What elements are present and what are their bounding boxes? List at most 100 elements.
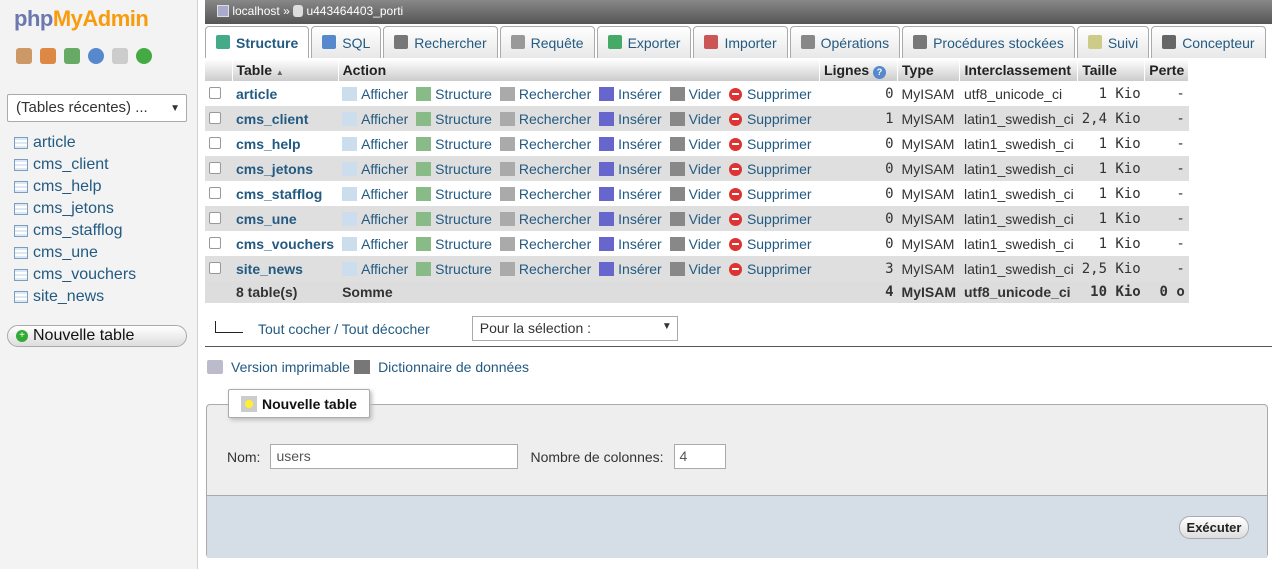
action-structure[interactable]: Structure <box>416 136 496 152</box>
row-checkbox[interactable] <box>209 161 221 174</box>
action-structure[interactable]: Structure <box>416 86 496 102</box>
tree-item-table[interactable]: cms_jetons <box>14 198 136 220</box>
action-afficher[interactable]: Afficher <box>342 136 412 152</box>
action-afficher[interactable]: Afficher <box>342 111 412 127</box>
action-structure[interactable]: Structure <box>416 236 496 252</box>
action-inserer[interactable]: Insérer <box>599 186 666 202</box>
columns-count-input[interactable]: 4 <box>673 444 726 469</box>
home-icon[interactable] <box>16 48 32 64</box>
row-checkbox[interactable] <box>209 261 221 274</box>
row-checkbox[interactable] <box>209 111 221 124</box>
collation-column-header[interactable]: Interclassement <box>959 59 1079 81</box>
copy-icon[interactable] <box>112 48 128 64</box>
tab-opérations[interactable]: Opérations <box>789 26 901 58</box>
action-rechercher[interactable]: Rechercher <box>499 186 595 202</box>
query-icon[interactable] <box>64 48 80 64</box>
action-vider[interactable]: Vider <box>669 136 725 152</box>
action-vider[interactable]: Vider <box>669 236 725 252</box>
action-afficher[interactable]: Afficher <box>342 86 412 102</box>
table-name-link[interactable]: cms_stafflog <box>232 181 339 206</box>
row-checkbox[interactable] <box>209 186 221 199</box>
table-name-link[interactable]: cms_une <box>232 206 339 231</box>
row-size[interactable]: 1 Kio <box>1077 156 1145 181</box>
phpmyadmin-logo[interactable]: phpMyAdmin <box>14 6 149 32</box>
with-selected-select[interactable]: Pour la sélection : ▼ <box>471 316 678 341</box>
action-inserer[interactable]: Insérer <box>599 261 666 277</box>
row-checkbox[interactable] <box>209 136 221 149</box>
table-name-input[interactable]: users <box>270 444 519 469</box>
table-name-link[interactable]: cms_client <box>232 106 339 131</box>
action-supprimer[interactable]: Supprimer <box>728 161 816 177</box>
row-size[interactable]: 1 Kio <box>1077 181 1145 206</box>
action-structure[interactable]: Structure <box>416 211 496 227</box>
tree-item-table[interactable]: cms_help <box>14 176 136 198</box>
table-name-link[interactable]: article <box>232 81 339 106</box>
tree-item-table[interactable]: cms_vouchers <box>14 264 136 286</box>
row-checkbox[interactable] <box>209 211 221 224</box>
action-afficher[interactable]: Afficher <box>342 236 412 252</box>
breadcrumb-database[interactable]: u443464403_porti <box>306 4 403 18</box>
action-structure[interactable]: Structure <box>416 186 496 202</box>
tab-procédures-stockées[interactable]: Procédures stockées <box>902 26 1075 58</box>
action-rechercher[interactable]: Rechercher <box>499 136 595 152</box>
tree-item-table[interactable]: cms_une <box>14 242 136 264</box>
action-afficher[interactable]: Afficher <box>342 261 412 277</box>
docs-icon[interactable] <box>88 48 104 64</box>
action-supprimer[interactable]: Supprimer <box>728 211 816 227</box>
action-afficher[interactable]: Afficher <box>342 186 412 202</box>
action-rechercher[interactable]: Rechercher <box>499 236 595 252</box>
action-inserer[interactable]: Insérer <box>599 236 666 252</box>
action-afficher[interactable]: Afficher <box>342 161 412 177</box>
row-size[interactable]: 1 Kio <box>1077 81 1145 106</box>
execute-button[interactable]: Exécuter <box>1179 516 1249 539</box>
tab-importer[interactable]: Importer <box>693 26 788 58</box>
tab-suivi[interactable]: Suivi <box>1076 26 1150 58</box>
action-vider[interactable]: Vider <box>669 161 725 177</box>
action-supprimer[interactable]: Supprimer <box>728 136 816 152</box>
action-vider[interactable]: Vider <box>669 186 725 202</box>
action-inserer[interactable]: Insérer <box>599 86 666 102</box>
action-vider[interactable]: Vider <box>669 86 725 102</box>
table-name-link[interactable]: cms_vouchers <box>232 231 339 256</box>
type-column-header[interactable]: Type <box>897 59 961 81</box>
action-structure[interactable]: Structure <box>416 261 496 277</box>
row-size[interactable]: 1 Kio <box>1077 131 1145 156</box>
printable-version-link[interactable]: Version imprimable <box>231 359 350 375</box>
tab-sql[interactable]: SQL <box>311 26 382 58</box>
new-table-nav-button[interactable]: + Nouvelle table <box>7 325 187 347</box>
action-supprimer[interactable]: Supprimer <box>728 261 816 277</box>
table-name-link[interactable]: cms_help <box>232 131 339 156</box>
action-rechercher[interactable]: Rechercher <box>499 161 595 177</box>
action-rechercher[interactable]: Rechercher <box>499 111 595 127</box>
tree-item-table[interactable]: article <box>14 132 136 154</box>
action-vider[interactable]: Vider <box>669 261 725 277</box>
action-supprimer[interactable]: Supprimer <box>728 86 816 102</box>
action-rechercher[interactable]: Rechercher <box>499 261 595 277</box>
exit-icon[interactable] <box>40 48 56 64</box>
action-rechercher[interactable]: Rechercher <box>499 86 595 102</box>
action-rechercher[interactable]: Rechercher <box>499 211 595 227</box>
action-supprimer[interactable]: Supprimer <box>728 186 816 202</box>
tab-rechercher[interactable]: Rechercher <box>383 26 498 58</box>
action-vider[interactable]: Vider <box>669 211 725 227</box>
action-supprimer[interactable]: Supprimer <box>728 111 816 127</box>
check-all-link[interactable]: Tout cocher / Tout décocher <box>258 321 430 337</box>
breadcrumb-server[interactable]: localhost <box>232 4 279 18</box>
row-checkbox[interactable] <box>209 86 221 99</box>
row-size[interactable]: 2,5 Kio <box>1077 256 1145 281</box>
data-dictionary-link[interactable]: Dictionnaire de données <box>378 359 529 375</box>
table-name-link[interactable]: cms_jetons <box>232 156 339 181</box>
tree-item-table[interactable]: site_news <box>14 286 136 308</box>
action-afficher[interactable]: Afficher <box>342 211 412 227</box>
recent-tables-select[interactable]: (Tables récentes) ... ▼ <box>7 94 187 122</box>
tab-requête[interactable]: Requête <box>499 26 595 58</box>
action-inserer[interactable]: Insérer <box>599 111 666 127</box>
tab-exporter[interactable]: Exporter <box>596 26 692 58</box>
help-icon[interactable]: ? <box>873 65 887 79</box>
tab-structure[interactable]: Structure <box>205 26 310 58</box>
action-structure[interactable]: Structure <box>416 161 496 177</box>
row-size[interactable]: 1 Kio <box>1077 206 1145 231</box>
row-size[interactable]: 2,4 Kio <box>1077 106 1145 131</box>
row-checkbox[interactable] <box>209 236 221 249</box>
table-name-link[interactable]: site_news <box>232 256 339 281</box>
